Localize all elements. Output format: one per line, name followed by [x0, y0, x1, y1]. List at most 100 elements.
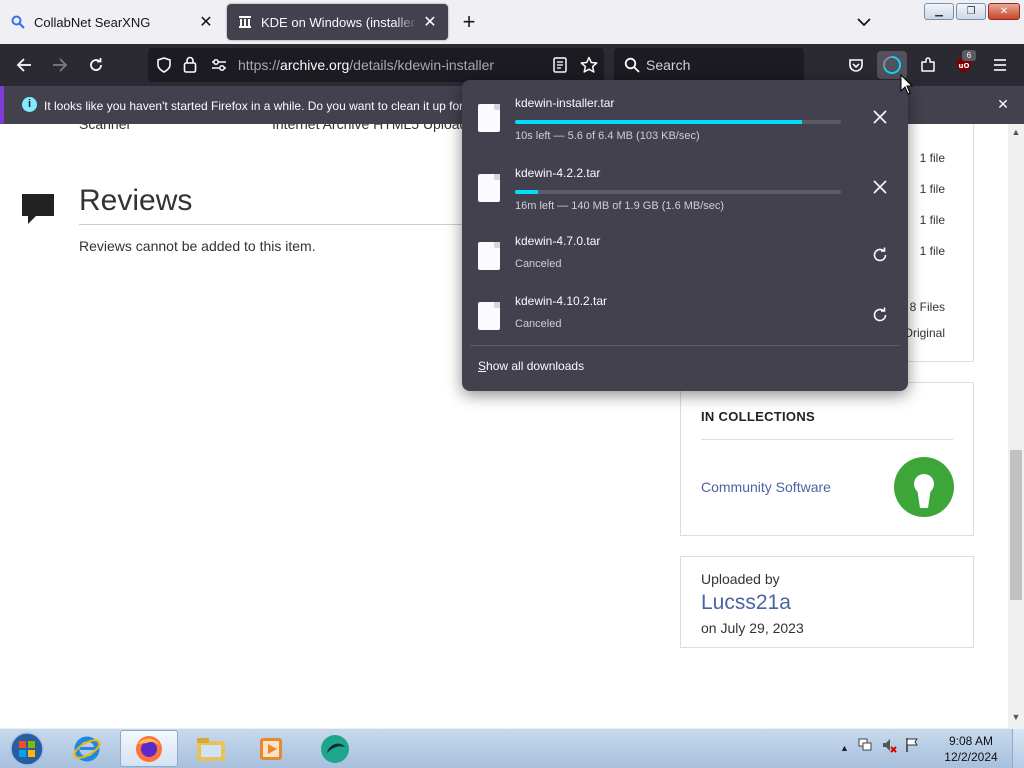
file-explorer-icon	[197, 737, 225, 761]
speech-bubble-icon	[20, 192, 56, 231]
download-progress-bar	[515, 190, 841, 194]
close-tab-icon[interactable]: ✕	[418, 10, 442, 34]
firefox-icon	[136, 735, 162, 762]
app-menu-button[interactable]	[985, 51, 1015, 79]
retry-icon	[873, 307, 887, 322]
app-icon	[321, 734, 349, 763]
retry-download-button[interactable]	[868, 243, 892, 267]
original-files-link[interactable]: Original	[904, 326, 945, 340]
cancel-icon	[873, 110, 887, 124]
upload-date: on July 29, 2023	[701, 620, 804, 636]
clock-date: 12/2/2024	[944, 750, 998, 764]
archive-icon	[237, 14, 253, 30]
reload-button[interactable]	[81, 51, 111, 79]
scroll-down-arrow-icon[interactable]: ▼	[1008, 712, 1024, 726]
show-all-downloads-button[interactable]: Show all downloads	[478, 359, 584, 373]
taskbar-internet-explorer[interactable]	[58, 730, 116, 767]
taskbar-clock[interactable]: 9:08 AM 12/2/2024	[940, 733, 1002, 765]
progress-fill	[515, 190, 538, 194]
tab-kde-on-windows[interactable]: KDE on Windows (installer only) ✕	[227, 4, 448, 40]
file-count[interactable]: 1 file	[920, 182, 945, 196]
forward-arrow-icon	[53, 58, 68, 72]
download-filename: kdewin-4.7.0.tar	[515, 234, 601, 248]
collections-heading: IN COLLECTIONS	[701, 409, 815, 424]
back-arrow-icon	[16, 58, 31, 72]
file-count[interactable]: 1 file	[920, 244, 945, 258]
cancel-download-button[interactable]	[868, 175, 892, 199]
taskbar-app[interactable]	[306, 730, 364, 767]
download-filename: kdewin-4.10.2.tar	[515, 294, 608, 308]
bookmark-star-icon[interactable]	[580, 56, 598, 79]
volume-muted-icon[interactable]	[881, 737, 897, 758]
collection-link[interactable]: Community Software	[701, 479, 831, 495]
lock-icon[interactable]	[183, 56, 197, 78]
collections-box: IN COLLECTIONS Community Software	[680, 382, 974, 536]
pocket-icon	[849, 58, 863, 72]
forward-button[interactable]	[45, 51, 75, 79]
pocket-button[interactable]	[841, 51, 871, 79]
download-item[interactable]: kdewin-4.2.2.tar 16m left — 140 MB of 1.…	[470, 160, 900, 218]
uploader-link[interactable]: Lucss21a	[701, 591, 791, 615]
start-orb-icon	[10, 731, 44, 766]
scroll-up-arrow-icon[interactable]: ▲	[1008, 127, 1024, 141]
file-icon	[478, 104, 500, 132]
taskbar-media-player[interactable]	[242, 730, 300, 767]
download-filename: kdewin-installer.tar	[515, 96, 615, 110]
metadata-label-cut: Scanner	[79, 124, 132, 132]
network-icon[interactable]	[857, 737, 873, 758]
file-count[interactable]: 1 file	[920, 151, 945, 165]
back-button[interactable]	[9, 51, 39, 79]
start-button[interactable]	[0, 730, 54, 767]
close-tab-icon[interactable]: ✕	[194, 10, 218, 34]
search-icon	[10, 14, 26, 30]
reader-view-icon[interactable]	[553, 57, 567, 78]
new-tab-button[interactable]: +	[456, 10, 482, 36]
minimize-button[interactable]: ▁	[924, 3, 954, 20]
maximize-button[interactable]: ❐	[956, 3, 986, 20]
url-bar[interactable]: https://archive.org/details/kdewin-insta…	[148, 48, 604, 82]
uploader-box: Uploaded by Lucss21a on July 29, 2023	[680, 556, 974, 648]
permissions-icon[interactable]	[211, 58, 227, 77]
open-source-keyhole-logo-icon[interactable]	[893, 456, 955, 523]
reviews-message: Reviews cannot be added to this item.	[79, 238, 316, 254]
cancel-download-button[interactable]	[868, 105, 892, 129]
taskbar-firefox[interactable]	[120, 730, 178, 767]
download-item[interactable]: kdewin-installer.tar 10s left — 5.6 of 6…	[470, 90, 900, 148]
list-all-tabs-button[interactable]	[852, 12, 876, 32]
download-status: Canceled	[515, 258, 562, 270]
tab-strip: CollabNet SearXNG ✕ KDE on Windows (inst…	[0, 0, 1024, 44]
window-close-button[interactable]: ✕	[988, 3, 1020, 20]
download-status: Canceled	[515, 318, 562, 330]
show-all-files-link[interactable]: 8 Files	[910, 300, 945, 314]
search-icon	[624, 57, 640, 78]
file-count[interactable]: 1 file	[920, 213, 945, 227]
tracking-protection-shield-icon[interactable]	[156, 57, 172, 78]
retry-download-button[interactable]	[868, 303, 892, 327]
divider	[79, 224, 479, 225]
internet-explorer-icon	[73, 736, 101, 761]
download-item[interactable]: kdewin-4.10.2.tar Canceled	[470, 288, 900, 346]
cancel-icon	[873, 180, 887, 194]
file-icon	[478, 174, 500, 202]
download-progress-icon	[883, 56, 901, 74]
page-scrollbar[interactable]: ▲ ▼	[1008, 124, 1024, 728]
ublock-badge: 6	[962, 50, 976, 61]
file-icon	[478, 242, 500, 270]
url-text: https://archive.org/details/kdewin-insta…	[238, 57, 495, 73]
chevron-down-icon	[857, 18, 871, 27]
taskbar-file-explorer[interactable]	[182, 730, 240, 767]
extensions-button[interactable]	[913, 51, 943, 79]
download-filename: kdewin-4.2.2.tar	[515, 166, 601, 180]
uploaded-by-label: Uploaded by	[701, 571, 780, 587]
show-hidden-icons-icon[interactable]: ▲	[840, 743, 849, 753]
reviews-heading: Reviews	[79, 184, 193, 217]
progress-fill	[515, 120, 802, 124]
search-input[interactable]: Search	[614, 48, 804, 82]
download-item[interactable]: kdewin-4.7.0.tar Canceled	[470, 228, 900, 286]
notification-close-icon[interactable]: ✕	[994, 95, 1012, 113]
download-status: 16m left — 140 MB of 1.9 GB (1.6 MB/sec)	[515, 200, 725, 212]
action-center-flag-icon[interactable]	[905, 737, 919, 758]
scrollbar-thumb[interactable]	[1010, 450, 1022, 600]
show-desktop-button[interactable]	[1012, 729, 1024, 768]
tab-collabnet-searxng[interactable]: CollabNet SearXNG ✕	[0, 4, 224, 40]
